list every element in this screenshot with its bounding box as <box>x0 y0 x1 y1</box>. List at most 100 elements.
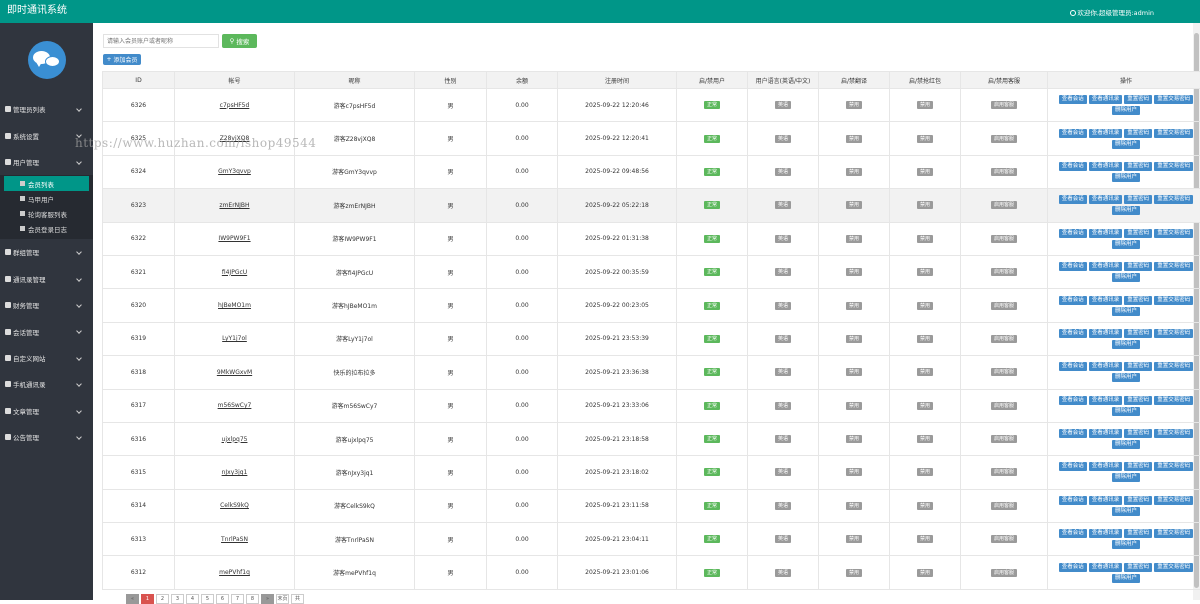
sidebar-item[interactable]: 财务管理 <box>0 292 93 318</box>
reset-trade-password-button[interactable]: 重置交易密码 <box>1154 329 1193 338</box>
account-link[interactable]: LyY1j7ol <box>222 335 247 342</box>
reset-password-button[interactable]: 重置密码 <box>1124 329 1152 338</box>
reset-trade-password-button[interactable]: 重置交易密码 <box>1154 95 1193 104</box>
view-contacts-button[interactable]: 查看通讯录 <box>1089 162 1123 171</box>
view-session-button[interactable]: 查看会话 <box>1059 195 1087 204</box>
status-toggle[interactable]: 正常 <box>704 101 720 109</box>
welcome-text[interactable]: 欢迎你,超级管理员:admin <box>1070 9 1154 17</box>
reset-password-button[interactable]: 重置密码 <box>1124 296 1152 305</box>
view-session-button[interactable]: 查看会话 <box>1059 362 1087 371</box>
redpacket-toggle[interactable]: 禁用 <box>917 535 933 543</box>
reset-trade-password-button[interactable]: 重置交易密码 <box>1154 462 1193 471</box>
account-link[interactable]: 9MkWGxvM <box>217 369 252 376</box>
search-button[interactable]: ⚲ 搜索 <box>222 34 257 48</box>
translate-toggle[interactable]: 禁用 <box>846 569 862 577</box>
redpacket-toggle[interactable]: 禁用 <box>917 402 933 410</box>
service-toggle[interactable]: 启用客服 <box>991 335 1017 343</box>
submenu-item[interactable]: 轮询客服列表 <box>4 206 89 221</box>
language-toggle[interactable]: 英语 <box>775 569 791 577</box>
service-toggle[interactable]: 启用客服 <box>991 368 1017 376</box>
view-contacts-button[interactable]: 查看通讯录 <box>1089 262 1123 271</box>
account-link[interactable]: IW9PW9F1 <box>218 235 250 242</box>
reset-trade-password-button[interactable]: 重置交易密码 <box>1154 529 1193 538</box>
reset-trade-password-button[interactable]: 重置交易密码 <box>1154 429 1193 438</box>
view-contacts-button[interactable]: 查看通讯录 <box>1089 362 1123 371</box>
service-toggle[interactable]: 启用客服 <box>991 135 1017 143</box>
translate-toggle[interactable]: 禁用 <box>846 335 862 343</box>
service-toggle[interactable]: 启用客服 <box>991 302 1017 310</box>
sidebar-item[interactable]: 通讯录管理 <box>0 266 93 292</box>
delete-user-button[interactable]: 删除用户 <box>1112 173 1140 182</box>
redpacket-toggle[interactable]: 禁用 <box>917 368 933 376</box>
account-link[interactable]: ujxlpq75 <box>222 436 248 443</box>
status-toggle[interactable]: 正常 <box>704 168 720 176</box>
reset-trade-password-button[interactable]: 重置交易密码 <box>1154 496 1193 505</box>
view-session-button[interactable]: 查看会话 <box>1059 462 1087 471</box>
status-toggle[interactable]: 正常 <box>704 135 720 143</box>
view-contacts-button[interactable]: 查看通讯录 <box>1089 195 1123 204</box>
translate-toggle[interactable]: 禁用 <box>846 502 862 510</box>
page-button[interactable]: 共 <box>291 594 304 604</box>
translate-toggle[interactable]: 禁用 <box>846 368 862 376</box>
service-toggle[interactable]: 启用客服 <box>991 168 1017 176</box>
delete-user-button[interactable]: 删除用户 <box>1112 307 1140 316</box>
redpacket-toggle[interactable]: 禁用 <box>917 435 933 443</box>
status-toggle[interactable]: 正常 <box>704 535 720 543</box>
view-session-button[interactable]: 查看会话 <box>1059 129 1087 138</box>
reset-trade-password-button[interactable]: 重置交易密码 <box>1154 162 1193 171</box>
view-session-button[interactable]: 查看会话 <box>1059 329 1087 338</box>
sidebar-item[interactable]: 群组管理 <box>0 239 93 265</box>
view-contacts-button[interactable]: 查看通讯录 <box>1089 296 1123 305</box>
view-contacts-button[interactable]: 查看通讯录 <box>1089 129 1123 138</box>
account-link[interactable]: zmErNJBH <box>219 202 249 209</box>
delete-user-button[interactable]: 删除用户 <box>1112 106 1140 115</box>
account-link[interactable]: Z28vjXQ8 <box>220 135 250 142</box>
view-session-button[interactable]: 查看会话 <box>1059 296 1087 305</box>
translate-toggle[interactable]: 禁用 <box>846 268 862 276</box>
page-button[interactable]: 1 <box>141 594 154 604</box>
account-link[interactable]: fi4JPGcU <box>222 269 247 276</box>
reset-password-button[interactable]: 重置密码 <box>1124 496 1152 505</box>
translate-toggle[interactable]: 禁用 <box>846 535 862 543</box>
language-toggle[interactable]: 英语 <box>775 135 791 143</box>
language-toggle[interactable]: 英语 <box>775 435 791 443</box>
language-toggle[interactable]: 英语 <box>775 101 791 109</box>
status-toggle[interactable]: 正常 <box>704 235 720 243</box>
page-button[interactable]: 末页 <box>276 594 289 604</box>
service-toggle[interactable]: 启用客服 <box>991 535 1017 543</box>
view-session-button[interactable]: 查看会话 <box>1059 95 1087 104</box>
view-contacts-button[interactable]: 查看通讯录 <box>1089 462 1123 471</box>
status-toggle[interactable]: 正常 <box>704 502 720 510</box>
redpacket-toggle[interactable]: 禁用 <box>917 502 933 510</box>
redpacket-toggle[interactable]: 禁用 <box>917 135 933 143</box>
page-button[interactable]: 6 <box>216 594 229 604</box>
redpacket-toggle[interactable]: 禁用 <box>917 201 933 209</box>
page-button[interactable]: 5 <box>201 594 214 604</box>
sidebar-item[interactable]: 手机通讯录 <box>0 371 93 397</box>
service-toggle[interactable]: 启用客服 <box>991 435 1017 443</box>
language-toggle[interactable]: 英语 <box>775 468 791 476</box>
language-toggle[interactable]: 英语 <box>775 535 791 543</box>
view-session-button[interactable]: 查看会话 <box>1059 496 1087 505</box>
redpacket-toggle[interactable]: 禁用 <box>917 168 933 176</box>
submenu-item[interactable]: 会员列表 <box>4 176 89 191</box>
language-toggle[interactable]: 英语 <box>775 201 791 209</box>
delete-user-button[interactable]: 删除用户 <box>1112 473 1140 482</box>
delete-user-button[interactable]: 删除用户 <box>1112 340 1140 349</box>
service-toggle[interactable]: 启用客服 <box>991 468 1017 476</box>
status-toggle[interactable]: 正常 <box>704 468 720 476</box>
translate-toggle[interactable]: 禁用 <box>846 468 862 476</box>
view-contacts-button[interactable]: 查看通讯录 <box>1089 329 1123 338</box>
sidebar-item[interactable]: 系统设置 <box>0 122 93 148</box>
view-session-button[interactable]: 查看会话 <box>1059 429 1087 438</box>
account-link[interactable]: hJBeMO1m <box>218 302 251 309</box>
redpacket-toggle[interactable]: 禁用 <box>917 302 933 310</box>
view-contacts-button[interactable]: 查看通讯录 <box>1089 396 1123 405</box>
view-session-button[interactable]: 查看会话 <box>1059 563 1087 572</box>
view-session-button[interactable]: 查看会话 <box>1059 529 1087 538</box>
view-session-button[interactable]: 查看会话 <box>1059 229 1087 238</box>
translate-toggle[interactable]: 禁用 <box>846 435 862 443</box>
view-contacts-button[interactable]: 查看通讯录 <box>1089 95 1123 104</box>
reset-password-button[interactable]: 重置密码 <box>1124 129 1152 138</box>
submenu-item[interactable]: 马甲用户 <box>4 191 89 206</box>
